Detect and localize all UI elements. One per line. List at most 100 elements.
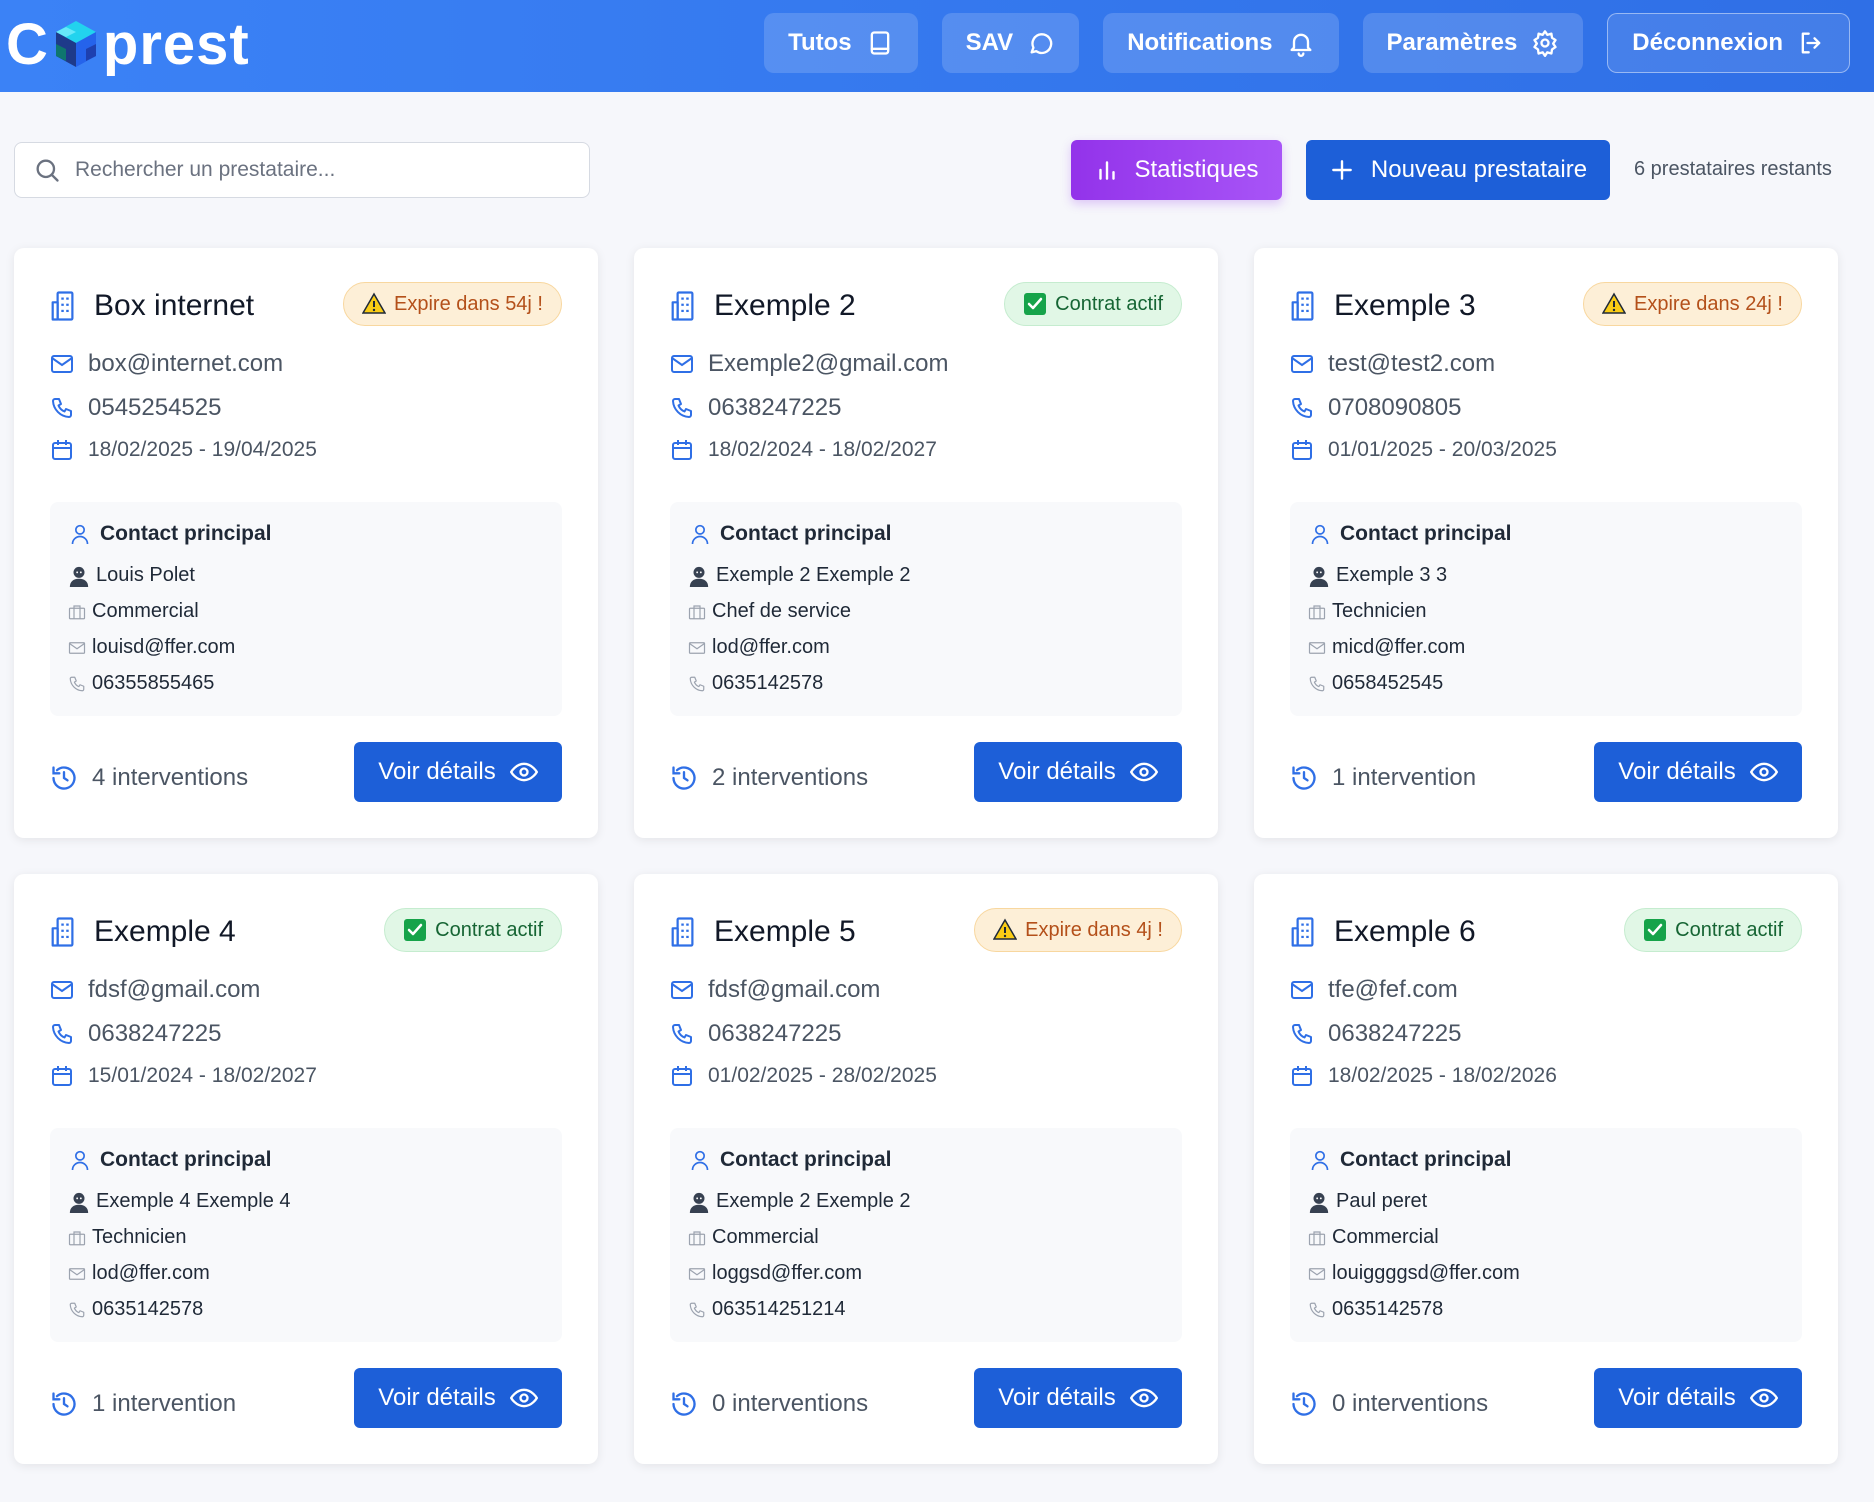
view-details-button[interactable]: Voir détails — [354, 742, 562, 802]
view-details-label: Voir détails — [1618, 1384, 1736, 1411]
contract-dates: 15/01/2024 - 18/02/2027 — [50, 1064, 317, 1088]
notifications-button[interactable]: Notifications — [1103, 13, 1339, 73]
remaining-count: 6 prestataires restants — [1634, 158, 1832, 180]
building-icon — [1291, 917, 1314, 947]
history-icon — [672, 1392, 696, 1416]
provider-card: Exemple 6 Contrat actif tfe@fef.com 0638247… — [1254, 874, 1838, 1464]
contact-heading: Contact principal — [690, 1148, 892, 1172]
view-details-button[interactable]: Voir détails — [1594, 742, 1802, 802]
contact-email: lod@ffer.com — [68, 1262, 210, 1285]
sav-label: SAV — [965, 29, 1014, 56]
contact-name-text: Exemple 2 Exemple 2 — [716, 1190, 911, 1212]
card-title: Box internet — [50, 286, 254, 326]
sav-button[interactable]: SAV — [941, 13, 1080, 73]
provider-email-text: fdsf@gmail.com — [708, 976, 881, 1003]
small-phone-icon — [69, 1302, 85, 1317]
contract-dates: 01/02/2025 - 28/02/2025 — [670, 1064, 937, 1088]
search-input[interactable] — [75, 158, 555, 182]
contact-phone: 0635142578 — [1308, 1298, 1443, 1321]
view-details-button[interactable]: Voir détails — [974, 1368, 1182, 1428]
status-text: Expire dans 4j ! — [1025, 918, 1163, 941]
provider-card: Box internet Expire dans 54j ! box@interne… — [14, 248, 598, 838]
book-icon — [870, 31, 889, 55]
contract-dates: 01/01/2025 - 20/03/2025 — [1290, 438, 1557, 462]
provider-phone-text: 0638247225 — [1328, 1020, 1462, 1047]
small-mail-icon — [1308, 1267, 1326, 1280]
interventions-count: 1 intervention — [1290, 758, 1476, 798]
view-details-button[interactable]: Voir détails — [354, 1368, 562, 1428]
view-details-button[interactable]: Voir détails — [974, 742, 1182, 802]
provider-card: Exemple 5 Expire dans 4j ! fdsf@gmail.com 0… — [634, 874, 1218, 1464]
history-icon — [52, 1392, 76, 1416]
contact-role-text: Commercial — [712, 1226, 819, 1248]
provider-name: Exemple 2 — [714, 289, 856, 322]
history-icon — [1292, 766, 1316, 790]
eye-icon — [1129, 762, 1158, 782]
main-contact-box: Contact principal Exemple 4 Exemple 4 Tech… — [50, 1128, 562, 1342]
mail-icon — [1291, 981, 1313, 999]
building-icon — [671, 917, 694, 947]
interventions-count: 1 intervention — [50, 1384, 236, 1424]
card-title: Exemple 4 — [50, 912, 236, 952]
contact-email: lod@ffer.com — [688, 636, 830, 659]
provider-phone: 0708090805 — [1290, 394, 1461, 422]
contact-role: Technicien — [68, 1226, 187, 1249]
cube-logo-icon — [55, 21, 96, 67]
status-text: Expire dans 24j ! — [1634, 292, 1783, 315]
contact-role: Technicien — [1308, 600, 1427, 623]
contact-email: louiggggsd@ffer.com — [1308, 1262, 1520, 1285]
contact-phone: 0635142578 — [68, 1298, 203, 1321]
small-phone-icon — [1309, 1302, 1325, 1317]
briefcase-icon — [68, 604, 86, 619]
small-phone-icon — [1309, 676, 1325, 691]
provider-email-text: tfe@fef.com — [1328, 976, 1458, 1003]
contact-heading-text: Contact principal — [100, 522, 272, 545]
provider-phone-text: 0638247225 — [708, 394, 842, 421]
card-title: Exemple 6 — [1290, 912, 1476, 952]
provider-phone-text: 0708090805 — [1328, 394, 1462, 421]
contact-phone-text: 0635142578 — [712, 672, 824, 694]
contact-email-text: micd@ffer.com — [1332, 636, 1466, 658]
building-icon — [51, 917, 74, 947]
person-emoji-icon — [1309, 566, 1329, 587]
logout-label: Déconnexion — [1632, 29, 1783, 56]
tutos-button[interactable]: Tutos — [764, 13, 918, 73]
small-mail-icon — [1308, 641, 1326, 654]
provider-name: Box internet — [94, 289, 255, 322]
eye-icon — [509, 1388, 538, 1408]
mail-icon — [671, 981, 693, 999]
history-icon — [1292, 1392, 1316, 1416]
contact-phone-text: 0658452545 — [1332, 672, 1444, 694]
search-bar[interactable] — [14, 142, 590, 198]
user-icon — [691, 1150, 709, 1171]
view-details-button[interactable]: Voir détails — [1594, 1368, 1802, 1428]
logout-button[interactable]: Déconnexion — [1607, 13, 1850, 73]
new-provider-button[interactable]: Nouveau prestataire — [1306, 140, 1610, 200]
contract-dates-text: 01/01/2025 - 20/03/2025 — [1328, 438, 1557, 461]
app-logo[interactable]: C prest — [6, 4, 250, 84]
calendar-icon — [672, 440, 692, 460]
briefcase-icon — [688, 604, 706, 619]
settings-button[interactable]: Paramètres — [1362, 13, 1584, 73]
card-title: Exemple 3 — [1290, 286, 1476, 326]
provider-email-text: fdsf@gmail.com — [88, 976, 261, 1003]
warning-icon — [993, 918, 1018, 940]
calendar-icon — [672, 1066, 692, 1086]
briefcase-icon — [1308, 1230, 1326, 1245]
top-bar: C prest Tutos SAV Notifications Paramètr… — [0, 0, 1874, 92]
phone-icon — [1292, 398, 1312, 418]
contract-dates-text: 18/02/2025 - 18/02/2026 — [1328, 1064, 1557, 1087]
provider-email-text: Exemple2@gmail.com — [708, 350, 949, 377]
card-title: Exemple 5 — [670, 912, 856, 952]
provider-phone: 0545254525 — [50, 394, 221, 422]
provider-phone-text: 0638247225 — [708, 1020, 842, 1047]
main-contact-box: Contact principal Exemple 2 Exemple 2 Chef… — [670, 502, 1182, 716]
main-contact-box: Contact principal Louis Polet Commercial lo… — [50, 502, 562, 716]
view-details-label: Voir détails — [998, 758, 1116, 785]
eye-icon — [1129, 1388, 1158, 1408]
statistics-button[interactable]: Statistiques — [1071, 140, 1282, 200]
provider-email: test@test2.com — [1290, 350, 1495, 378]
contact-role-text: Chef de service — [712, 600, 851, 622]
statistics-label: Statistiques — [1134, 156, 1259, 183]
contact-role-text: Commercial — [1332, 1226, 1439, 1248]
